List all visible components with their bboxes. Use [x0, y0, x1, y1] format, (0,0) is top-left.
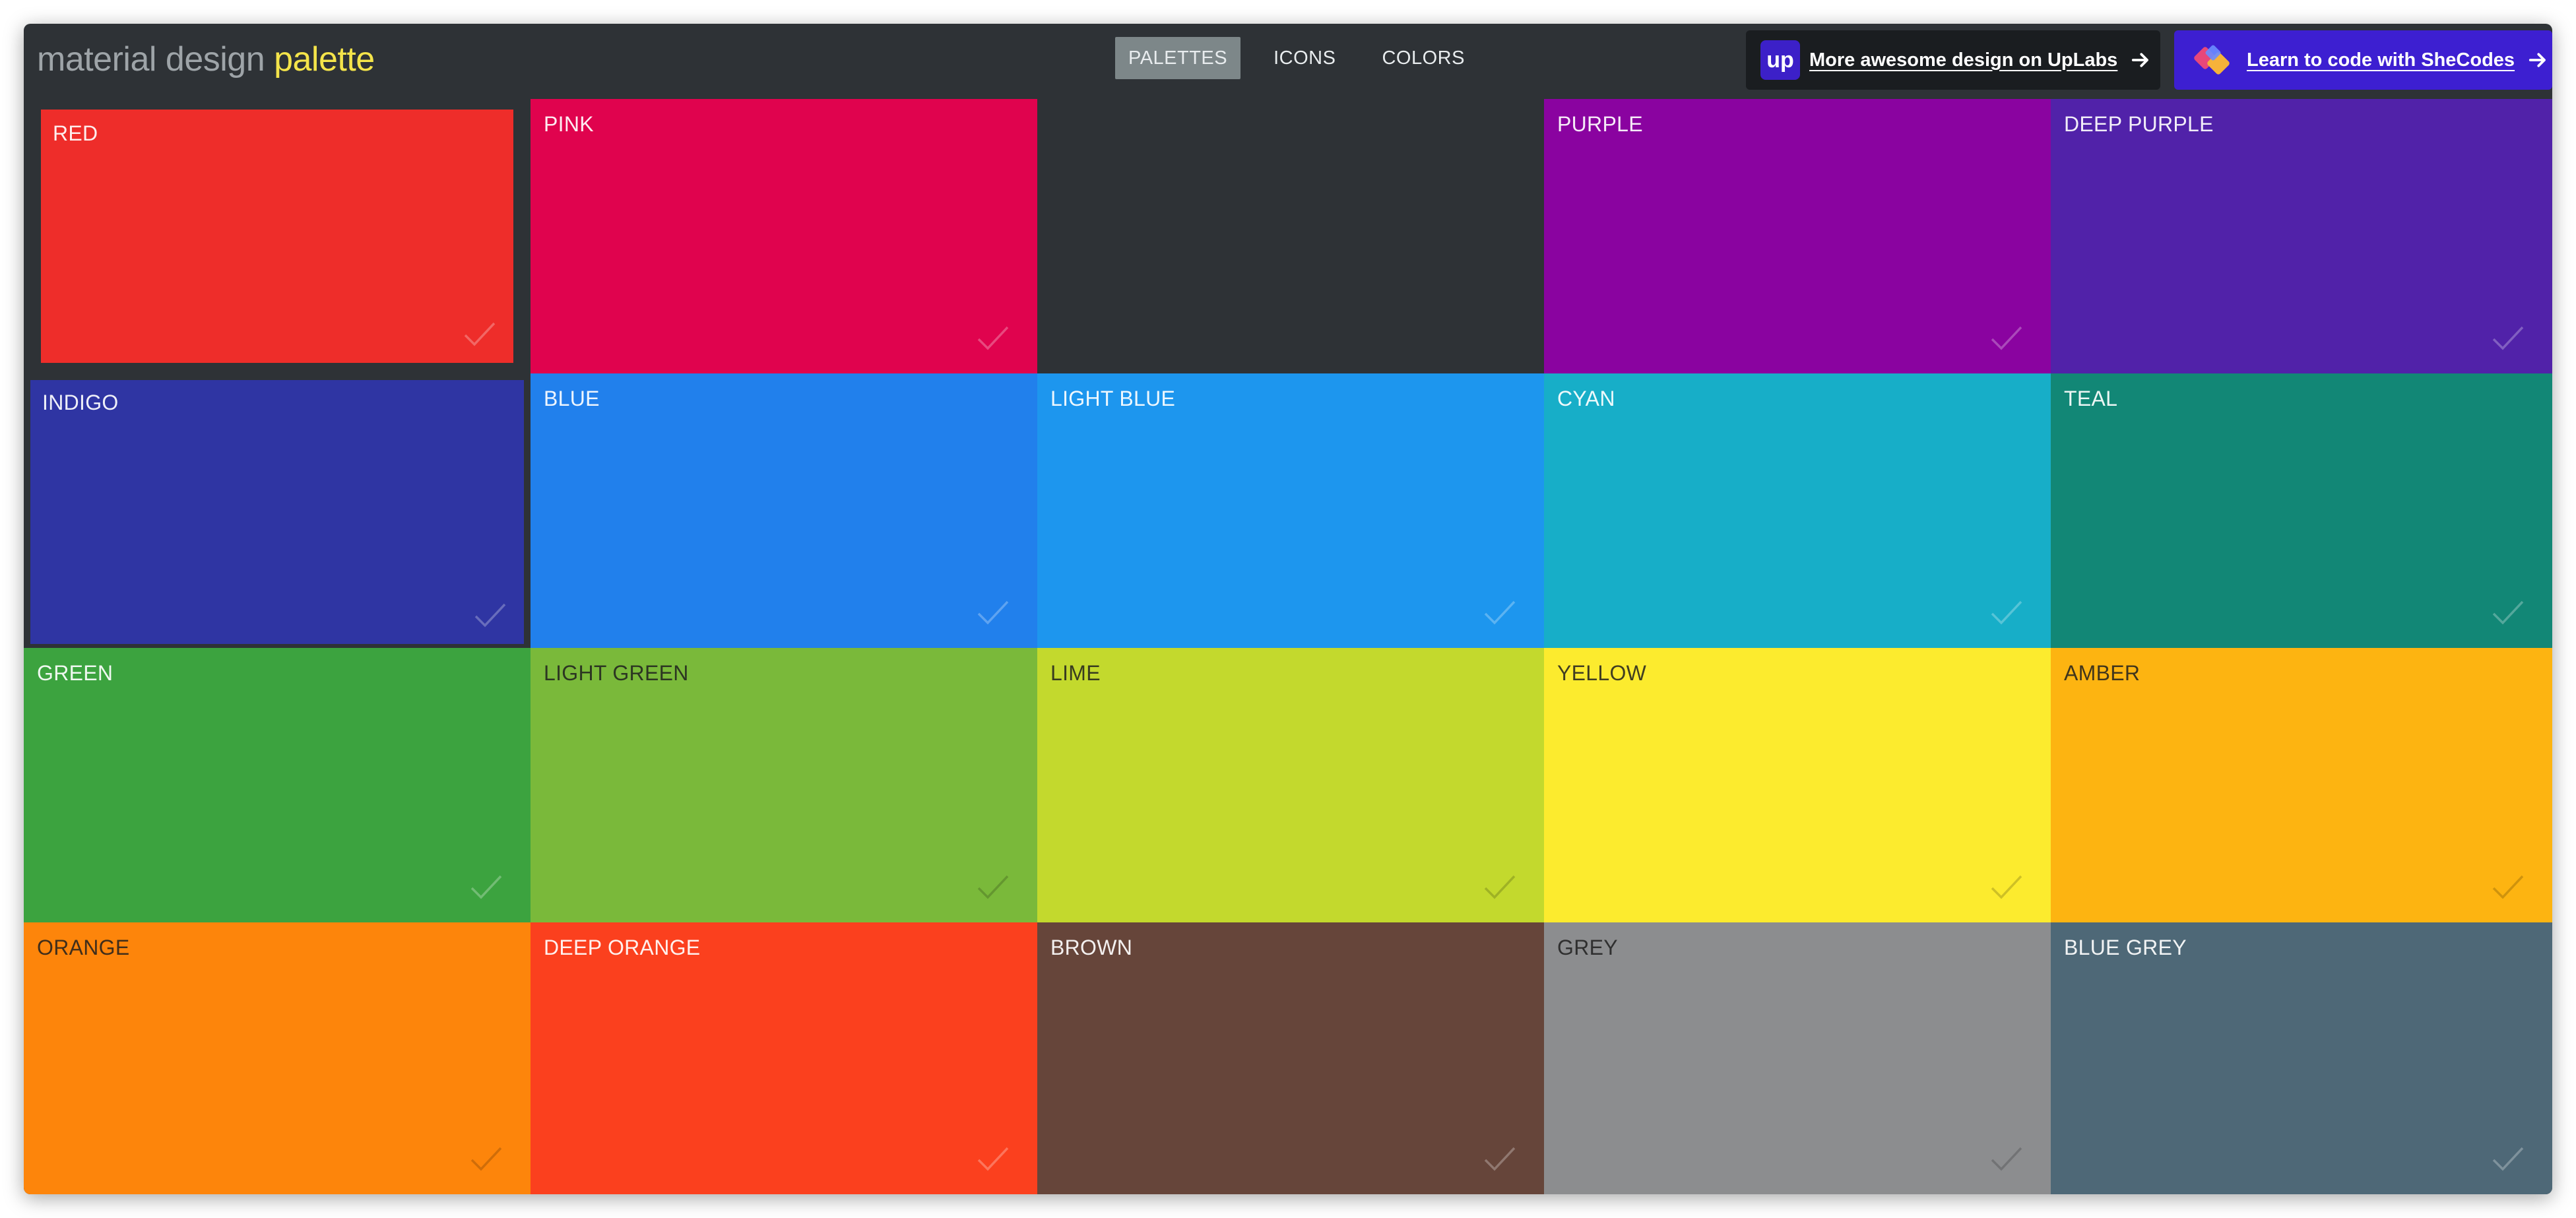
- checkmark-icon: [470, 875, 502, 899]
- uplabs-logo-icon: up: [1760, 40, 1800, 80]
- shecodes-logo-icon: [2194, 45, 2230, 75]
- palette-tile-light-blue[interactable]: LIGHT BLUE: [1037, 373, 1544, 648]
- checkmark-icon: [2492, 600, 2524, 625]
- palette-tile-label: BLUE: [544, 387, 600, 410]
- checkmark-icon: [1991, 875, 2022, 899]
- main-nav: PALETTES ICONS COLORS: [1115, 37, 1498, 79]
- palette-tile-label: DEEP ORANGE: [544, 936, 701, 959]
- nav-icons[interactable]: ICONS: [1260, 37, 1349, 79]
- palette-tile-green[interactable]: GREEN: [24, 648, 531, 922]
- palette-tile-label: TEAL: [2064, 387, 2118, 410]
- palette-tile-label: BROWN: [1050, 936, 1133, 959]
- palette-tile-label: LIGHT GREEN: [544, 661, 689, 685]
- palette-tile-brown[interactable]: BROWN: [1037, 922, 1544, 1194]
- brand-accent-text: palette: [274, 40, 375, 79]
- shecodes-promo-button[interactable]: Learn to code with SheCodes: [2174, 30, 2552, 90]
- palette-tile-label: LIGHT BLUE: [1050, 387, 1176, 410]
- palette-tile-label: ORANGE: [37, 936, 130, 959]
- selected-swatch: RED: [41, 110, 513, 363]
- nav-colors[interactable]: COLORS: [1368, 37, 1477, 79]
- checkmark-icon: [474, 603, 506, 627]
- palette-tile-indigo[interactable]: INDIGO: [24, 373, 531, 648]
- arrow-right-icon: [2528, 53, 2546, 67]
- checkmark-icon: [2492, 326, 2524, 350]
- selected-swatch: INDIGO: [30, 380, 524, 644]
- palette-tile-label: DEEP PURPLE: [2064, 112, 2214, 136]
- app-window: material design palette PALETTES ICONS C…: [24, 24, 2552, 1194]
- palette-tile-label: YELLOW: [1557, 661, 1647, 685]
- palette-tile-label: PURPLE: [1557, 112, 1643, 136]
- arrow-right-icon: [2132, 53, 2149, 67]
- top-bar: material design palette PALETTES ICONS C…: [24, 24, 2552, 99]
- palette-tile-pink[interactable]: PINK: [531, 99, 1037, 373]
- checkmark-icon: [1991, 326, 2022, 350]
- checkmark-icon: [2492, 875, 2524, 899]
- checkmark-icon: [1484, 600, 1516, 625]
- shecodes-promo-text: Learn to code with SheCodes: [2247, 49, 2515, 71]
- palette-tile-deep-orange[interactable]: DEEP ORANGE: [531, 922, 1037, 1194]
- uplabs-promo-button[interactable]: up More awesome design on UpLabs: [1746, 30, 2160, 90]
- checkmark-icon: [977, 600, 1009, 625]
- palette-tile-cyan[interactable]: CYAN: [1544, 373, 2051, 648]
- palette-tile-label: RED: [53, 121, 98, 145]
- checkmark-icon: [1484, 875, 1516, 899]
- checkmark-icon: [977, 326, 1009, 350]
- palette-tile-label: GREY: [1557, 936, 1618, 959]
- palette-tile-label: PINK: [544, 112, 594, 136]
- palette-tile-label: AMBER: [2064, 661, 2141, 685]
- palette-tile-deep-purple[interactable]: DEEP PURPLE: [2051, 99, 2552, 373]
- uplabs-promo-text: More awesome design on UpLabs: [1809, 49, 2118, 71]
- palette-tile-red[interactable]: RED: [24, 99, 531, 373]
- checkmark-icon: [1991, 600, 2022, 625]
- palette-tile-light-green[interactable]: LIGHT GREEN: [531, 648, 1037, 922]
- checkmark-icon: [977, 1147, 1009, 1171]
- palette-grid: RED PINK PURPLE DEEP PURPLE INDIGO BLUE LIGHT …: [24, 99, 2552, 1194]
- palette-tile-empty[interactable]: [1037, 99, 1544, 373]
- checkmark-icon: [470, 1147, 502, 1171]
- palette-tile-lime[interactable]: LIME: [1037, 648, 1544, 922]
- palette-tile-purple[interactable]: PURPLE: [1544, 99, 2051, 373]
- palette-tile-orange[interactable]: ORANGE: [24, 922, 531, 1194]
- palette-tile-label: INDIGO: [42, 391, 119, 414]
- checkmark-icon: [2492, 1147, 2524, 1171]
- palette-tile-teal[interactable]: TEAL: [2051, 373, 2552, 648]
- palette-tile-label: LIME: [1050, 661, 1101, 685]
- checkmark-icon: [464, 322, 496, 346]
- brand-logo[interactable]: material design palette: [37, 40, 375, 79]
- nav-palettes[interactable]: PALETTES: [1115, 37, 1241, 79]
- palette-tile-label: BLUE GREY: [2064, 936, 2187, 959]
- palette-tile-blue-grey[interactable]: BLUE GREY: [2051, 922, 2552, 1194]
- checkmark-icon: [1991, 1147, 2022, 1171]
- checkmark-icon: [1484, 1147, 1516, 1171]
- palette-tile-amber[interactable]: AMBER: [2051, 648, 2552, 922]
- palette-tile-grey[interactable]: GREY: [1544, 922, 2051, 1194]
- palette-tile-yellow[interactable]: YELLOW: [1544, 648, 2051, 922]
- palette-tile-label: GREEN: [37, 661, 113, 685]
- palette-tile-blue[interactable]: BLUE: [531, 373, 1037, 648]
- checkmark-icon: [977, 875, 1009, 899]
- brand-main-text: material design: [37, 40, 265, 79]
- palette-tile-label: CYAN: [1557, 387, 1615, 410]
